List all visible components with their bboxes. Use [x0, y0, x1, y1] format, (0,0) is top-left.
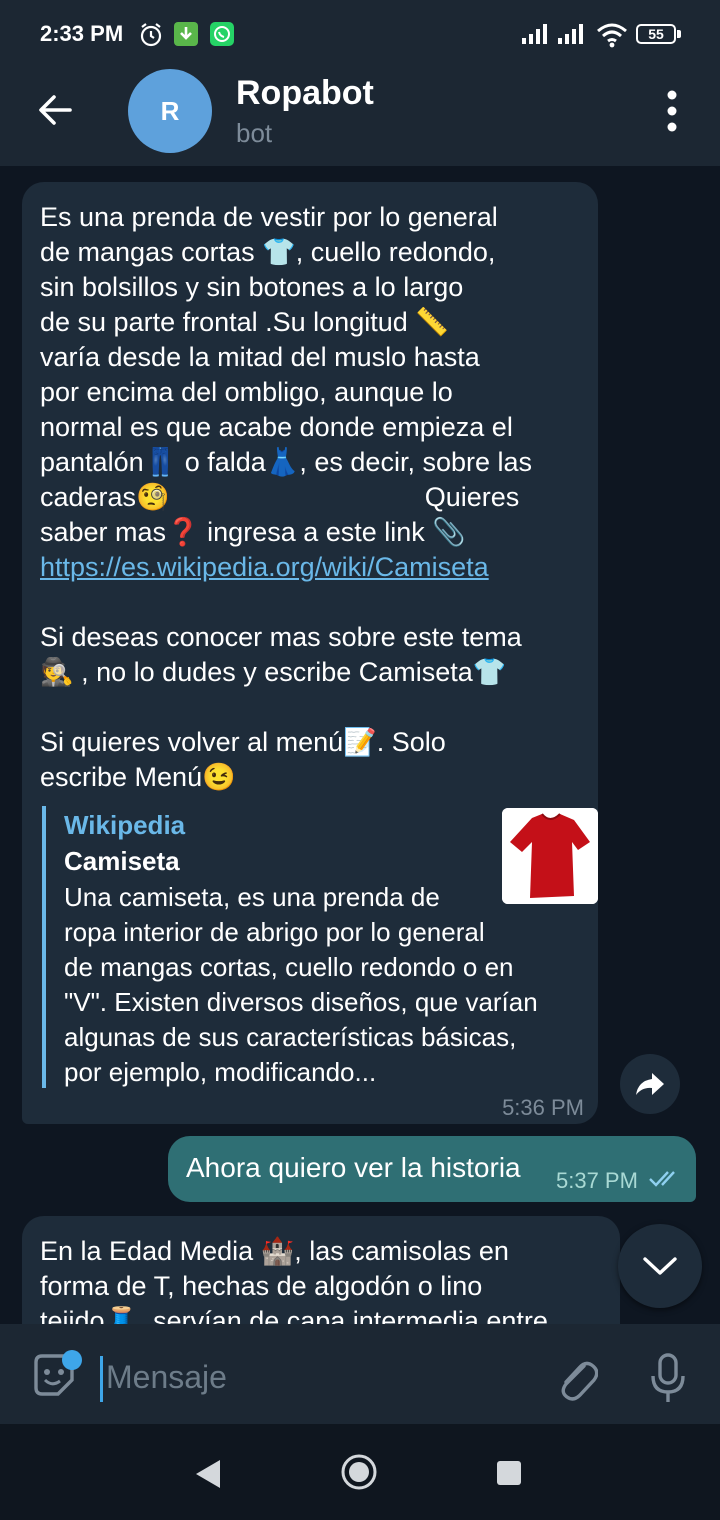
more-options-icon[interactable]: [658, 88, 686, 134]
message-input[interactable]: [106, 1352, 526, 1402]
preview-title: Camiseta: [64, 846, 180, 876]
avatar[interactable]: R: [128, 69, 212, 153]
chevron-down-icon: [643, 1257, 677, 1275]
message-text: Es una prenda de vestir por lo general d…: [40, 202, 533, 547]
forward-button[interactable]: [620, 1054, 680, 1114]
microphone-icon[interactable]: [648, 1352, 688, 1404]
preview-site-name: Wikipedia: [64, 810, 186, 840]
nav-back-icon[interactable]: [194, 1458, 222, 1490]
link-preview[interactable]: Wikipedia Camiseta Una camiseta, es una …: [42, 806, 598, 1088]
message-bubble-outgoing[interactable]: Ahora quiero ver la historia 5:37 PM: [168, 1136, 696, 1202]
message-link[interactable]: https://es.wikipedia.org/wiki/Camiseta: [40, 550, 489, 585]
signal-icon-2: [558, 24, 583, 44]
message-text-continued: Si deseas conocer mas sobre este tema 🕵️…: [40, 622, 522, 792]
text-cursor: [100, 1356, 103, 1402]
red-tshirt-icon: [502, 808, 598, 904]
alarm-icon: [140, 23, 162, 47]
battery-icon: 55: [636, 24, 676, 44]
scroll-down-button[interactable]: [618, 1224, 702, 1308]
forward-arrow-icon: [636, 1073, 664, 1095]
message-bubble-incoming[interactable]: En la Edad Media 🏰, las camisolas en for…: [22, 1216, 620, 1324]
back-arrow-icon[interactable]: [34, 88, 78, 132]
chat-area[interactable]: Es una prenda de vestir por lo general d…: [0, 166, 720, 1324]
download-icon: [174, 22, 198, 46]
preview-description: Una camiseta, es una prenda de ropa inte…: [64, 882, 538, 1087]
wifi-icon: [597, 23, 627, 48]
status-time: 2:33 PM: [40, 21, 124, 46]
attach-icon[interactable]: [554, 1352, 598, 1402]
message-time: 5:37 PM: [556, 1168, 638, 1193]
signal-icon: [522, 24, 547, 44]
message-bubble-incoming[interactable]: Es una prenda de vestir por lo general d…: [22, 182, 598, 1124]
nav-recents-icon[interactable]: [496, 1460, 522, 1486]
nav-home-icon[interactable]: [340, 1453, 378, 1491]
message-text: En la Edad Media 🏰, las camisolas en for…: [40, 1236, 548, 1324]
chat-title[interactable]: Ropabot: [236, 74, 374, 113]
double-check-icon: [649, 1171, 675, 1187]
whatsapp-icon: [210, 22, 234, 46]
message-text: Ahora quiero ver la historia: [186, 1152, 521, 1183]
battery-level: 55: [648, 26, 664, 42]
notification-dot: [62, 1350, 82, 1370]
message-time: 5:36 PM: [502, 1095, 584, 1120]
chat-subtitle: bot: [236, 118, 273, 148]
status-bar: 2:33 PM 55: [0, 0, 720, 56]
preview-image-tshirt: [502, 808, 598, 904]
battery-tip: [677, 30, 681, 38]
